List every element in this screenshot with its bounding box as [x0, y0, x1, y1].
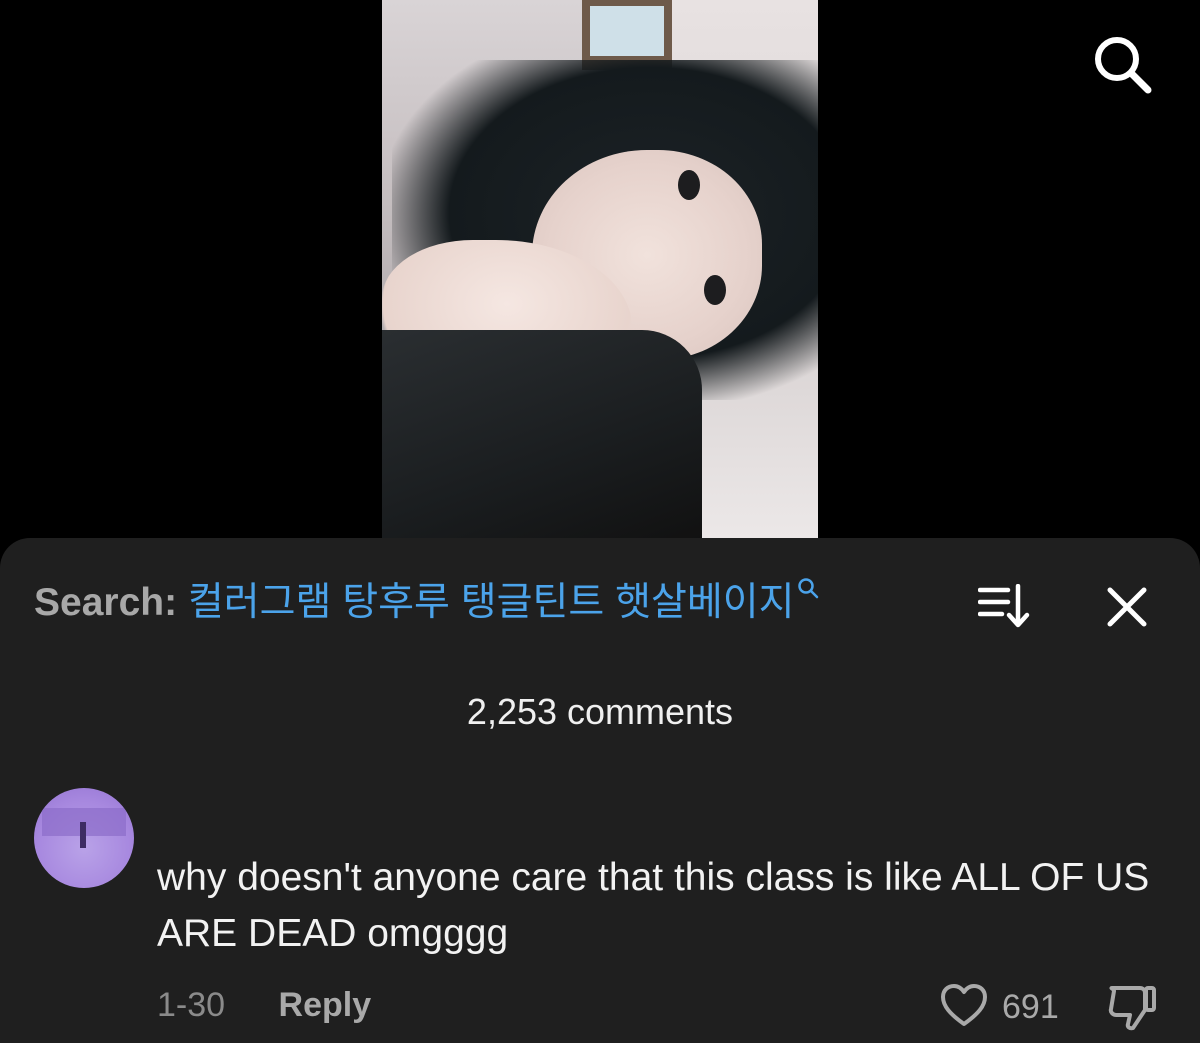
thumbs-down-icon[interactable] [1106, 982, 1158, 1032]
heart-icon[interactable] [940, 983, 988, 1032]
comment-meta: 1-30 Reply [157, 980, 371, 1030]
reply-button[interactable]: Reply [279, 980, 372, 1030]
comment-text: why doesn't anyone care that this class … [157, 856, 1150, 955]
video-player[interactable] [0, 0, 1200, 540]
search-suggestion[interactable]: Search: 컬러그램 탕후루 탱글틴트 햇살베이지 [34, 578, 934, 628]
search-label: Search: [34, 581, 178, 624]
comments-count: 2,253 comments [466, 691, 734, 732]
like-button[interactable]: 691 [940, 982, 1059, 1032]
comment-date: 1-30 [157, 986, 226, 1024]
video-eye [704, 275, 726, 305]
search-query-link[interactable]: 컬러그램 탕후루 탱글틴트 햇살베이지 [188, 581, 795, 624]
like-count: 691 [1002, 987, 1059, 1026]
comments-sheet: Search: 컬러그램 탕후루 탱글틴트 햇살베이지 2,253 commen… [0, 538, 1200, 1043]
close-icon[interactable] [1106, 586, 1148, 628]
video-frame[interactable] [382, 0, 818, 540]
sort-icon[interactable] [977, 583, 1030, 628]
video-eye [678, 170, 700, 200]
video-jacket [382, 330, 702, 540]
avatar[interactable] [34, 788, 134, 888]
search-icon[interactable] [1090, 32, 1154, 96]
search-icon[interactable] [797, 565, 819, 608]
